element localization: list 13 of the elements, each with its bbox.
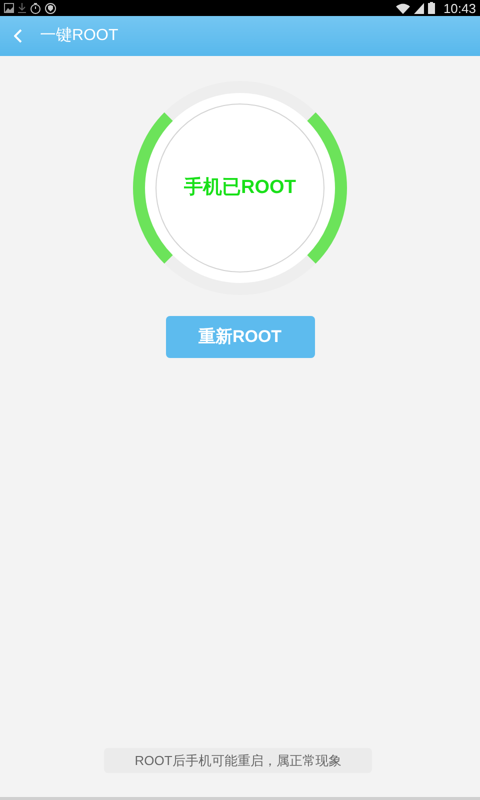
timer-icon [30,2,41,14]
picture-icon [4,3,14,13]
shield-icon [45,2,56,14]
signal-icon [414,2,424,14]
toast-message: ROOT后手机可能重启，属正常现象 [104,748,372,773]
download-icon [18,3,26,13]
battery-icon [428,2,436,14]
back-icon [14,29,22,43]
header-title: 一键ROOT [40,26,118,46]
re-root-button[interactable]: 重新ROOT [166,316,314,358]
clock-time: 10:43 [443,2,476,14]
wifi-icon [396,2,410,14]
root-status-text: 手机已ROOT [184,176,296,200]
